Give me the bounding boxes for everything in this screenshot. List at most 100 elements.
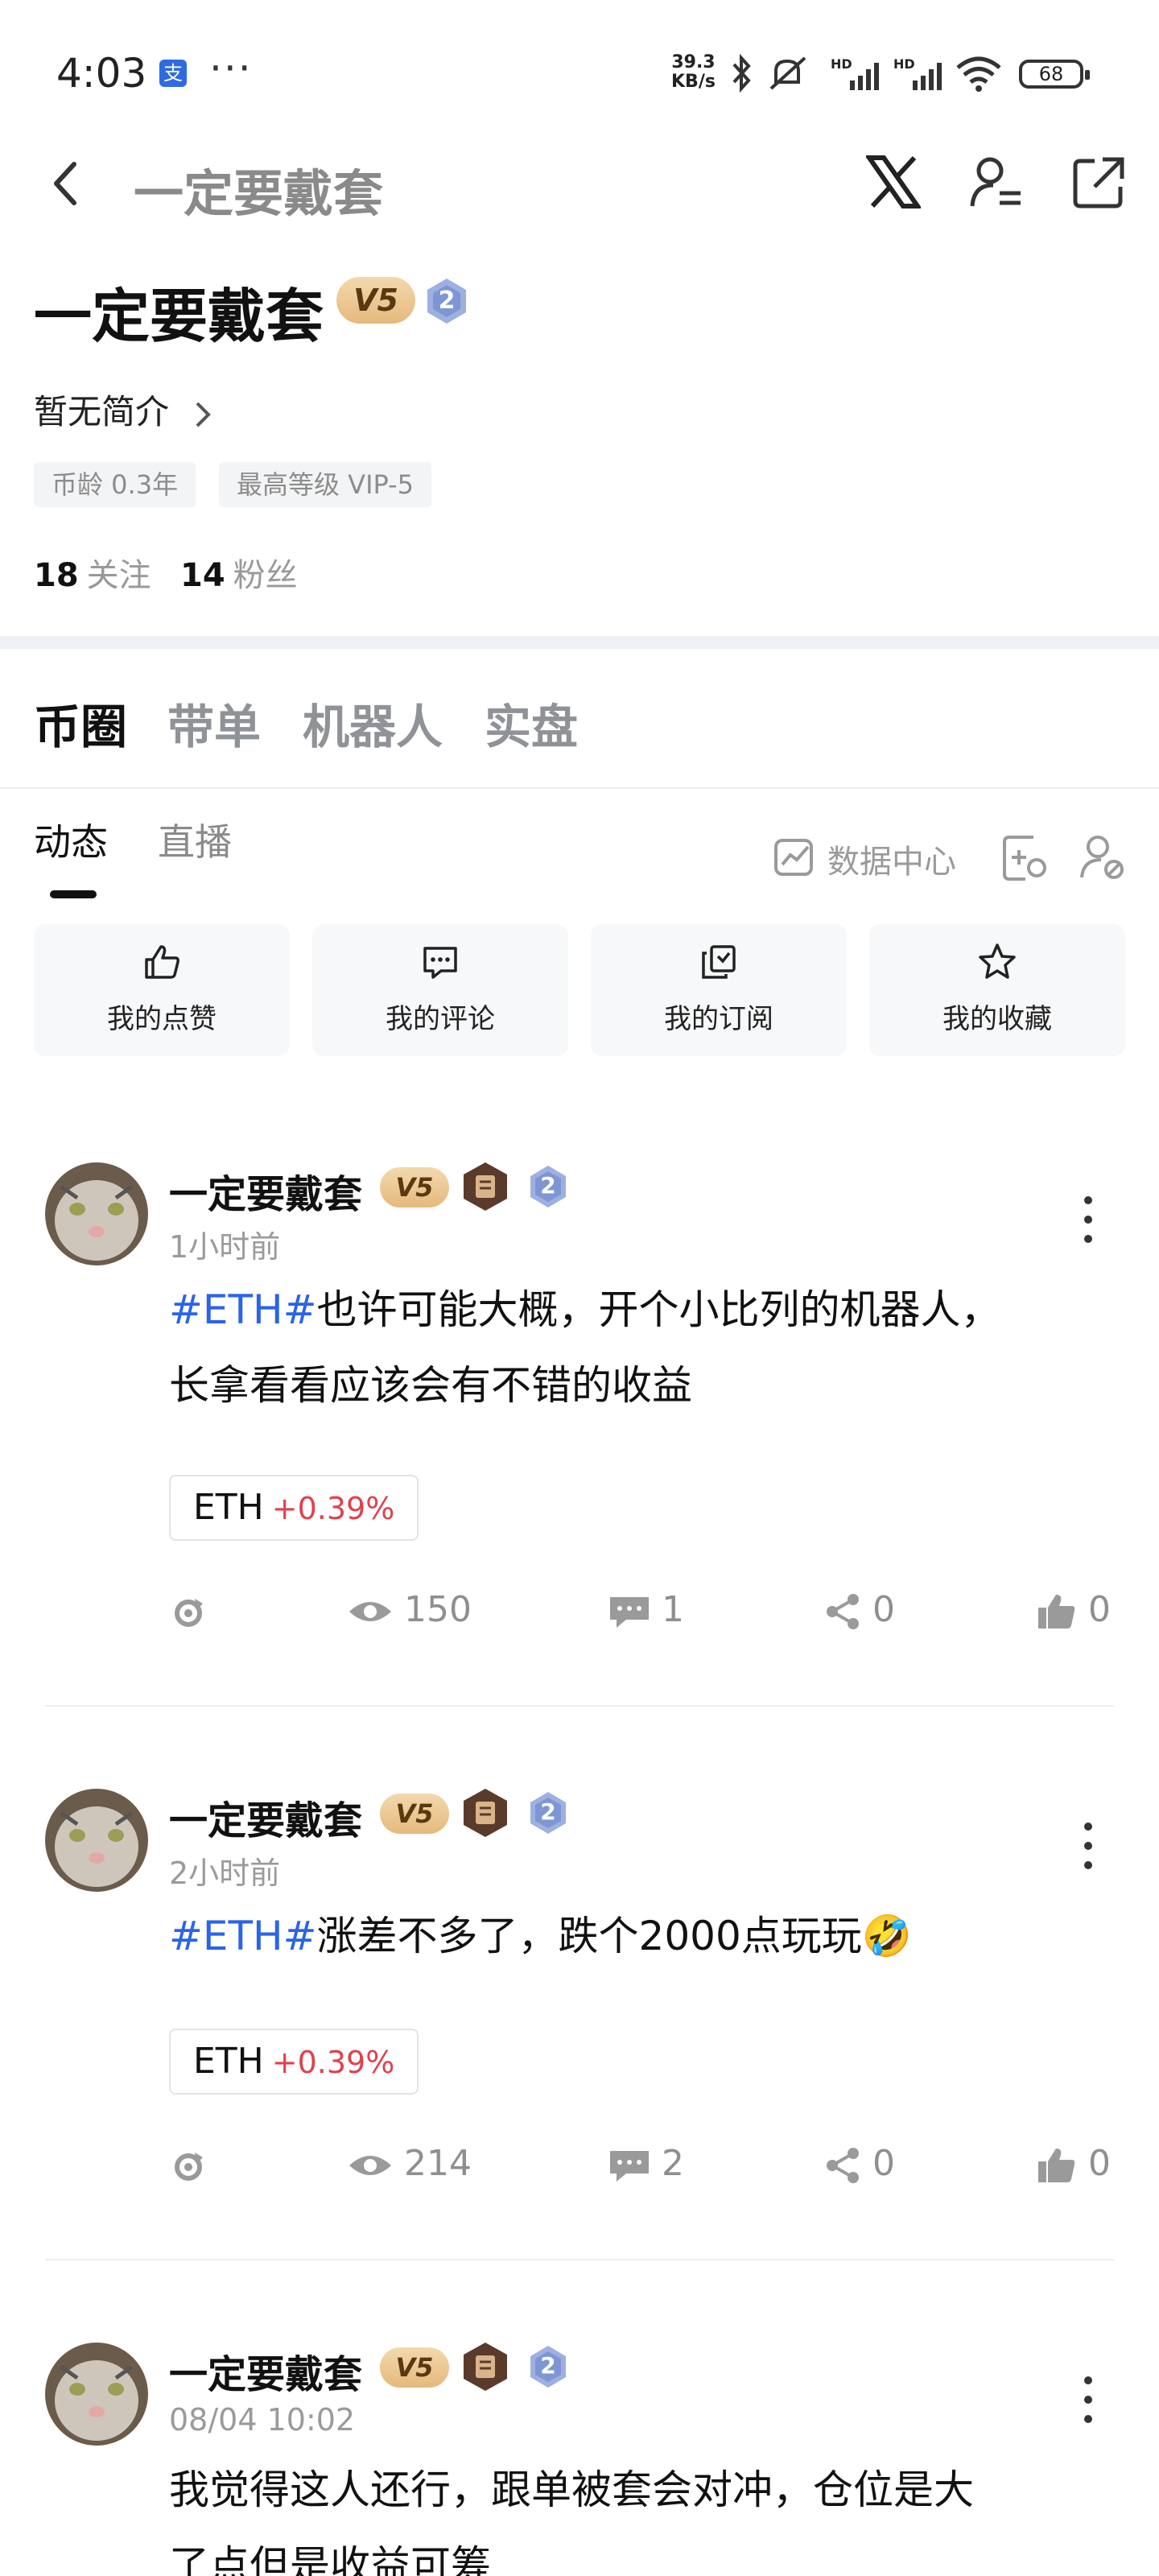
- x-logo-icon[interactable]: [866, 155, 921, 209]
- vip-badge: V5: [336, 277, 415, 324]
- back-arrow-icon[interactable]: [48, 158, 84, 209]
- likes-stat[interactable]: 0: [1037, 2143, 1111, 2184]
- post-content[interactable]: #ETH#也许可能大概，开个小比列的机器人， 长拿看看应该会有不错的收益: [169, 1272, 1127, 1423]
- subscription-icon: [702, 945, 736, 979]
- share-icon: [827, 2148, 859, 2183]
- cat-avatar-icon: [45, 1789, 148, 1892]
- data-center-link[interactable]: 数据中心: [827, 836, 956, 882]
- section-divider: [0, 636, 1159, 649]
- more-options-icon[interactable]: [1079, 2376, 1098, 2434]
- tab-live-account[interactable]: 实盘: [485, 689, 578, 757]
- thumbs-up-filled-icon: [1038, 2149, 1075, 2182]
- star-icon: [979, 943, 1016, 979]
- my-comments-card[interactable]: 我的评论: [312, 924, 568, 1056]
- comments-stat[interactable]: 2: [608, 2143, 684, 2184]
- cat-avatar-icon: [45, 1162, 148, 1265]
- battery-indicator: 68: [1019, 60, 1090, 89]
- tag-max-vip: 最高等级 VIP-5: [219, 462, 432, 507]
- post-content[interactable]: 我觉得这人还行，跟单被套会对冲，仓位是大 了点但是收益可筹: [169, 2452, 1127, 2576]
- post-time: 2小时前: [169, 1856, 281, 1891]
- shares-stat[interactable]: 0: [824, 2143, 895, 2184]
- following-stat[interactable]: 18 关注: [34, 549, 151, 596]
- avatar[interactable]: [45, 1789, 148, 1892]
- subtab-live[interactable]: 直播: [158, 813, 232, 866]
- intro-text: 暂无简介: [34, 392, 170, 431]
- user-settings-icon[interactable]: [969, 155, 1025, 211]
- status-bar: 4:03 支 ··· 39.3 KB/s HD HD 68: [0, 0, 1159, 145]
- ticker-symbol: ETH: [193, 2041, 264, 2082]
- cat-avatar-icon: [45, 2343, 148, 2446]
- tabs-divider: [0, 787, 1159, 789]
- add-post-icon[interactable]: [1001, 832, 1048, 881]
- hashtag-link[interactable]: #ETH#: [169, 1286, 317, 1333]
- wifi-icon: [956, 56, 1001, 92]
- post-author[interactable]: 一定要戴套: [169, 1162, 362, 1219]
- tag-coin-age: 币龄 0.3年: [34, 462, 196, 507]
- medal-badge-icon: [464, 1789, 507, 1837]
- hashtag-link[interactable]: #ETH#: [169, 1913, 317, 1959]
- vip-badge: V5: [380, 1167, 449, 1208]
- followers-count: 14: [180, 557, 225, 594]
- more-notifications-icon: ···: [209, 45, 253, 92]
- share-external-icon[interactable]: [1070, 155, 1127, 211]
- repost-icon[interactable]: [171, 2149, 206, 2185]
- network-speed: 39.3 KB/s: [671, 52, 716, 92]
- level-badge: 2: [425, 277, 468, 325]
- ticker-change: +0.39%: [271, 1491, 395, 1526]
- followers-stat[interactable]: 14 粉丝: [180, 549, 298, 596]
- ticker-chip[interactable]: ETH +0.39%: [169, 2029, 419, 2095]
- mute-icon: [769, 56, 806, 90]
- post-author[interactable]: 一定要戴套: [169, 1789, 362, 1845]
- medal-badge-icon: [464, 1162, 507, 1211]
- likes-stat[interactable]: 0: [1037, 1589, 1111, 1630]
- ticker-chip[interactable]: ETH +0.39%: [169, 1475, 419, 1541]
- my-likes-card[interactable]: 我的点赞: [34, 924, 290, 1056]
- my-favorites-card[interactable]: 我的收藏: [869, 924, 1125, 1056]
- avatar[interactable]: [45, 1162, 148, 1265]
- post-card: 一定要戴套 V5 2 1小时前 #ETH#也许可能大概，开个小比列的机器人， 长…: [0, 1127, 1159, 1707]
- comments-stat[interactable]: 1: [608, 1589, 684, 1630]
- thumbs-up-filled-icon: [1038, 1595, 1075, 1629]
- subtab-indicator: [50, 890, 97, 898]
- data-chart-icon: [774, 839, 813, 876]
- status-time: 4:03: [56, 50, 147, 97]
- tab-copy-trading[interactable]: 带单: [167, 689, 261, 757]
- more-options-icon[interactable]: [1079, 1823, 1098, 1880]
- repost-icon[interactable]: [171, 1596, 206, 1631]
- profile-name: 一定要戴套: [34, 283, 324, 350]
- tab-coin-circle[interactable]: 币圈: [34, 689, 127, 757]
- post-card: 一定要戴套 V5 2 08/04 10:02 我觉得这人还行，跟单被套会对冲，仓…: [0, 2307, 1159, 2576]
- share-icon: [827, 1594, 859, 1629]
- ticker-symbol: ETH: [193, 1487, 264, 1528]
- following-label: 关注: [86, 557, 151, 594]
- post-time: 08/04 10:02: [169, 2402, 356, 2438]
- alipay-notification-icon: 支: [159, 60, 187, 87]
- level-badge: 2: [528, 1164, 568, 1209]
- subtab-feed[interactable]: 动态: [34, 813, 108, 866]
- nav-title: 一定要戴套: [134, 164, 384, 223]
- eye-icon: [349, 1602, 391, 1621]
- my-subscriptions-card[interactable]: 我的订阅: [591, 924, 847, 1056]
- shares-stat[interactable]: 0: [824, 1589, 895, 1630]
- following-count: 18: [34, 557, 79, 594]
- level-badge: 2: [528, 1790, 568, 1835]
- avatar[interactable]: [45, 2343, 148, 2446]
- ticker-change: +0.39%: [271, 2045, 395, 2080]
- user-manage-icon[interactable]: [1079, 832, 1127, 881]
- post-time: 1小时前: [169, 1229, 281, 1265]
- eye-icon: [349, 2156, 391, 2175]
- vip-badge: V5: [380, 2347, 449, 2388]
- profile-intro-link[interactable]: 暂无简介: [34, 385, 212, 434]
- comment-bubble-icon: [610, 1597, 649, 1628]
- comment-icon: [423, 947, 457, 979]
- comment-bubble-icon: [610, 2151, 649, 2182]
- chevron-right-icon: [196, 402, 212, 427]
- views-stat: 214: [348, 2143, 472, 2184]
- post-author[interactable]: 一定要戴套: [169, 2343, 362, 2399]
- tab-robots[interactable]: 机器人: [303, 689, 443, 757]
- post-content[interactable]: #ETH#涨差不多了，跌个2000点玩玩🤣: [169, 1898, 1127, 1974]
- signal-icon: [850, 63, 879, 90]
- more-options-icon[interactable]: [1079, 1196, 1098, 1254]
- level-badge: 2: [528, 2344, 568, 2389]
- post-divider: [45, 2259, 1114, 2260]
